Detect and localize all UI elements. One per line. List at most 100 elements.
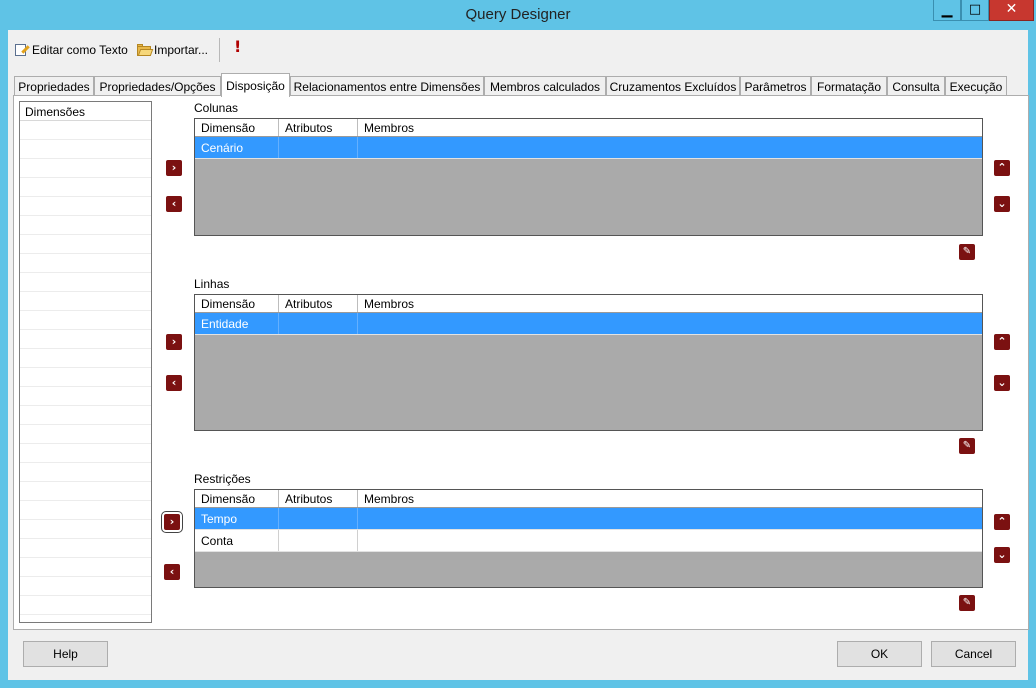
linhas-label: Linhas bbox=[194, 277, 230, 291]
linhas-move-down-button[interactable]: ⌄ bbox=[994, 375, 1010, 391]
list-item[interactable] bbox=[20, 121, 151, 140]
cancel-button[interactable]: Cancel bbox=[931, 641, 1016, 667]
list-item[interactable] bbox=[20, 292, 151, 311]
dimension-cell[interactable]: Tempo bbox=[195, 508, 279, 529]
tab-relacionamentos[interactable]: Relacionamentos entre Dimensões bbox=[290, 76, 484, 97]
ok-button[interactable]: OK bbox=[837, 641, 922, 667]
list-item[interactable] bbox=[20, 615, 151, 622]
list-item[interactable] bbox=[20, 330, 151, 349]
attributes-cell[interactable] bbox=[279, 530, 358, 551]
list-item[interactable] bbox=[20, 349, 151, 368]
members-cell[interactable] bbox=[358, 530, 982, 551]
column-header-membros[interactable]: Membros bbox=[358, 295, 982, 312]
list-item[interactable] bbox=[20, 406, 151, 425]
list-item[interactable] bbox=[20, 444, 151, 463]
column-header-atributos[interactable]: Atributos bbox=[279, 119, 358, 136]
grid-header: Dimensão Atributos Membros bbox=[195, 119, 982, 137]
members-cell[interactable] bbox=[358, 313, 982, 334]
close-button[interactable]: ✕ bbox=[989, 0, 1034, 21]
dimension-cell[interactable]: Entidade bbox=[195, 313, 279, 334]
list-item[interactable] bbox=[20, 425, 151, 444]
edit-as-text-button[interactable]: Editar como Texto bbox=[14, 40, 128, 60]
attributes-cell[interactable] bbox=[279, 137, 358, 158]
attributes-cell[interactable] bbox=[279, 508, 358, 529]
dimensions-list-header: Dimensões bbox=[20, 102, 151, 121]
colunas-grid[interactable]: Dimensão Atributos Membros Cenário bbox=[194, 118, 983, 236]
dimension-cell[interactable]: Cenário bbox=[195, 137, 279, 158]
dimensions-list[interactable]: Dimensões bbox=[19, 101, 152, 623]
list-item[interactable] bbox=[20, 216, 151, 235]
grid-row[interactable]: Entidade bbox=[195, 313, 982, 335]
colunas-edit-button[interactable]: ✎ bbox=[959, 244, 975, 260]
list-item[interactable] bbox=[20, 558, 151, 577]
tab-formatacao[interactable]: Formatação bbox=[811, 76, 887, 97]
attributes-cell[interactable] bbox=[279, 313, 358, 334]
restricoes-grid[interactable]: Dimensão Atributos Membros Tempo Conta bbox=[194, 489, 983, 588]
tab-cruzamentos-excluidos[interactable]: Cruzamentos Excluídos bbox=[606, 76, 740, 97]
restricoes-move-up-button[interactable]: ⌃ bbox=[994, 514, 1010, 530]
linhas-add-button[interactable]: › bbox=[166, 334, 182, 350]
column-header-dimensao[interactable]: Dimensão bbox=[195, 119, 279, 136]
column-header-atributos[interactable]: Atributos bbox=[279, 295, 358, 312]
list-item[interactable] bbox=[20, 159, 151, 178]
list-item[interactable] bbox=[20, 197, 151, 216]
minimize-button[interactable]: ▁ bbox=[933, 0, 961, 21]
list-item[interactable] bbox=[20, 368, 151, 387]
list-item[interactable] bbox=[20, 254, 151, 273]
help-button[interactable]: Help bbox=[23, 641, 108, 667]
grid-row[interactable]: Tempo bbox=[195, 508, 982, 530]
column-header-dimensao[interactable]: Dimensão bbox=[195, 490, 279, 507]
restricoes-add-button[interactable]: › bbox=[161, 511, 183, 533]
list-item[interactable] bbox=[20, 596, 151, 615]
members-cell[interactable] bbox=[358, 508, 982, 529]
restricoes-edit-button[interactable]: ✎ bbox=[959, 595, 975, 611]
import-button[interactable]: Importar... bbox=[136, 40, 208, 60]
tab-disposicao[interactable]: Disposição bbox=[221, 73, 290, 97]
list-item[interactable] bbox=[20, 501, 151, 520]
tab-consulta[interactable]: Consulta bbox=[887, 76, 945, 97]
list-item[interactable] bbox=[20, 235, 151, 254]
colunas-add-button[interactable]: › bbox=[166, 160, 182, 176]
colunas-move-up-button[interactable]: ⌃ bbox=[994, 160, 1010, 176]
dimension-cell[interactable]: Conta bbox=[195, 530, 279, 551]
dialog-client-area: Editar como Texto Importar... ! Propried… bbox=[8, 30, 1029, 680]
column-header-membros[interactable]: Membros bbox=[358, 119, 982, 136]
tab-membros-calculados[interactable]: Membros calculados bbox=[484, 76, 606, 97]
title-bar[interactable]: Query Designer ▁ □ ✕ bbox=[0, 0, 1036, 30]
run-query-icon[interactable]: ! bbox=[234, 37, 241, 56]
open-folder-icon bbox=[136, 42, 154, 58]
list-item[interactable] bbox=[20, 482, 151, 501]
column-header-membros[interactable]: Membros bbox=[358, 490, 982, 507]
linhas-grid[interactable]: Dimensão Atributos Membros Entidade bbox=[194, 294, 983, 431]
linhas-edit-button[interactable]: ✎ bbox=[959, 438, 975, 454]
grid-row[interactable]: Conta bbox=[195, 530, 982, 552]
list-item[interactable] bbox=[20, 178, 151, 197]
column-header-dimensao[interactable]: Dimensão bbox=[195, 295, 279, 312]
dimensions-list-body bbox=[20, 121, 151, 622]
list-item[interactable] bbox=[20, 539, 151, 558]
restricoes-remove-button[interactable]: ‹ bbox=[164, 564, 180, 580]
members-cell[interactable] bbox=[358, 137, 982, 158]
restricoes-move-down-button[interactable]: ⌄ bbox=[994, 547, 1010, 563]
colunas-move-down-button[interactable]: ⌄ bbox=[994, 196, 1010, 212]
toolbar-separator bbox=[219, 38, 220, 62]
linhas-remove-button[interactable]: ‹ bbox=[166, 375, 182, 391]
colunas-remove-button[interactable]: ‹ bbox=[166, 196, 182, 212]
list-item[interactable] bbox=[20, 311, 151, 330]
list-item[interactable] bbox=[20, 273, 151, 292]
column-header-atributos[interactable]: Atributos bbox=[279, 490, 358, 507]
list-item[interactable] bbox=[20, 140, 151, 159]
query-designer-window: Query Designer ▁ □ ✕ Editar como Texto I… bbox=[0, 0, 1036, 688]
list-item[interactable] bbox=[20, 577, 151, 596]
list-item[interactable] bbox=[20, 387, 151, 406]
maximize-button[interactable]: □ bbox=[961, 0, 989, 21]
linhas-move-up-button[interactable]: ⌃ bbox=[994, 334, 1010, 350]
tab-execucao[interactable]: Execução bbox=[945, 76, 1007, 97]
restricoes-label: Restrições bbox=[194, 472, 251, 486]
grid-row[interactable]: Cenário bbox=[195, 137, 982, 159]
list-item[interactable] bbox=[20, 520, 151, 539]
list-item[interactable] bbox=[20, 463, 151, 482]
tab-parametros[interactable]: Parâmetros bbox=[740, 76, 811, 97]
tab-propriedades-opcoes[interactable]: Propriedades/Opções bbox=[94, 76, 221, 97]
tab-propriedades[interactable]: Propriedades bbox=[14, 76, 94, 97]
